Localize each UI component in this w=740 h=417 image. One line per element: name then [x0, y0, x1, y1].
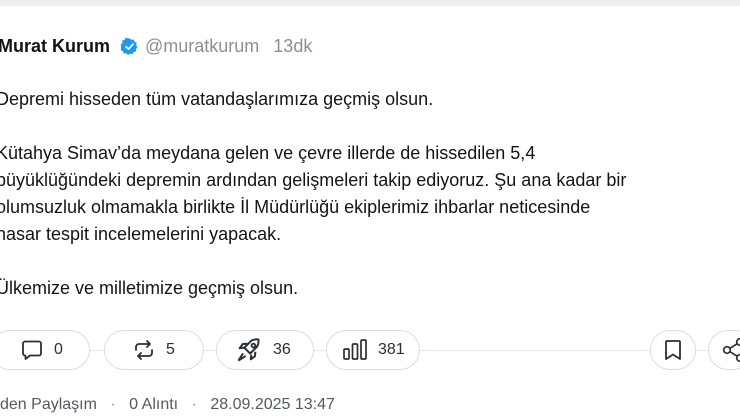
post-body: Depremi hisseden tüm vatandaşlarımıza ge…: [0, 86, 726, 302]
post-time[interactable]: 13dk: [273, 36, 312, 57]
views-count: 381: [378, 341, 405, 358]
repost-count: 5: [166, 341, 175, 358]
repost-button[interactable]: 5: [104, 330, 204, 370]
post-meta: den Paylaşım · 0 Alıntı · 28.09.2025 13:…: [0, 396, 335, 414]
boost-count: 36: [273, 341, 291, 358]
top-bar: [0, 0, 740, 6]
body-line: Kütahya Simav’da meydana gelen ve çevre …: [0, 143, 536, 163]
body-line: Ülkemize ve milletimize geçmiş olsun.: [0, 278, 299, 298]
post-header: Murat Kurum @muratkurum 13dk: [0, 36, 312, 57]
reply-count: 0: [54, 341, 63, 358]
views-button[interactable]: 381: [326, 330, 420, 370]
body-line: büyüklüğündeki depremin ardından gelişme…: [0, 170, 627, 190]
share-button[interactable]: [708, 330, 740, 370]
bookmark-icon: [665, 340, 681, 360]
action-bar: 0 5 36 381: [0, 330, 740, 372]
quotes-label[interactable]: Alıntı: [142, 396, 178, 413]
boost-button[interactable]: 36: [216, 330, 314, 370]
separator-dot: ·: [110, 396, 116, 413]
author-name[interactable]: Murat Kurum: [0, 36, 110, 57]
body-line: Depremi hisseden tüm vatandaşlarımıza ge…: [0, 89, 434, 109]
bookmark-button[interactable]: [650, 330, 696, 370]
reply-button[interactable]: 0: [0, 330, 90, 370]
body-line: olumsuzluk olmamakla birlikte İl Müdürlü…: [0, 197, 591, 217]
post-datetime: 28.09.2025 13:47: [210, 396, 335, 413]
rocket-icon: [237, 338, 260, 362]
repost-icon: [135, 340, 153, 360]
separator-dot: ·: [191, 396, 197, 413]
bar-chart-icon: [343, 339, 367, 360]
verified-badge-icon: [120, 37, 138, 55]
body-line: hasar tespit incelemelerini yapacak.: [0, 224, 282, 244]
share-icon: [722, 337, 740, 363]
comment-icon: [22, 340, 42, 360]
shares-label[interactable]: den Paylaşım: [0, 396, 97, 413]
author-handle[interactable]: @muratkurum: [145, 36, 259, 57]
quotes-count[interactable]: 0: [129, 396, 138, 413]
